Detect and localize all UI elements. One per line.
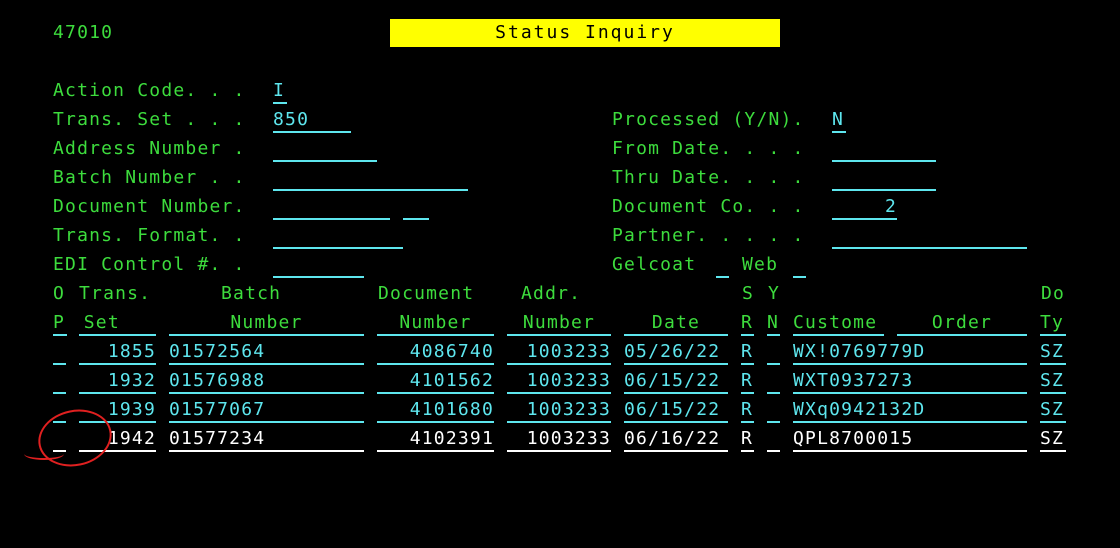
header-sr-bottom: R: [741, 312, 754, 336]
row-yn: [767, 341, 780, 365]
row-sr: R: [741, 370, 754, 394]
row-customer-order: QPL8700015: [793, 428, 1027, 452]
batch-number-input[interactable]: [273, 167, 468, 191]
row-document-number: 4102391: [377, 428, 494, 452]
row-doc-type: SZ: [1040, 428, 1066, 452]
header-addr-top: Addr.: [521, 283, 582, 304]
thru-date-input[interactable]: [832, 167, 936, 191]
edi-control-label: EDI Control #. .: [53, 254, 246, 275]
header-document-bottom: Number: [377, 312, 494, 336]
row-customer-order: WXT0937273: [793, 370, 1027, 394]
action-code-label: Action Code. . .: [53, 80, 246, 101]
document-number-input[interactable]: [273, 196, 390, 220]
header-date-bottom: Date: [624, 312, 728, 336]
header-customer-bottom: Custome: [793, 312, 884, 336]
trans-format-input[interactable]: [273, 225, 403, 249]
document-number-label: Document Number.: [53, 196, 246, 217]
row-sr: R: [741, 428, 754, 452]
row-trans-set: 1855: [79, 341, 156, 365]
row-batch-number: 01572564: [169, 341, 364, 365]
row-addr-number: 1003233: [507, 399, 611, 423]
header-op-bottom: P: [53, 312, 67, 336]
header-trans-bottom: Set: [79, 312, 156, 336]
row-date: 06/15/22: [624, 399, 728, 423]
trans-set-label: Trans. Set . . .: [53, 109, 246, 130]
row-addr-number: 1003233: [507, 370, 611, 394]
header-sr-top: S: [742, 283, 755, 304]
row-batch-number: 01576988: [169, 370, 364, 394]
row-date: 06/15/22: [624, 370, 728, 394]
row-trans-set: 1932: [79, 370, 156, 394]
header-doctype-top: Do: [1041, 283, 1066, 304]
batch-number-label: Batch Number . .: [53, 167, 246, 188]
row-customer-order: WXq0942132D: [793, 399, 1027, 423]
partner-label: Partner. . . . .: [612, 225, 805, 246]
page-title: Status Inquiry: [390, 19, 780, 47]
row-document-number: 4101680: [377, 399, 494, 423]
edi-control-input[interactable]: [273, 254, 364, 278]
row-option-input[interactable]: [53, 341, 66, 365]
header-op-top: O: [53, 283, 66, 304]
header-addr-bottom: Number: [507, 312, 611, 336]
header-trans-bottom-text: Set: [83, 312, 120, 333]
thru-date-label: Thru Date. . . .: [612, 167, 805, 188]
web-input[interactable]: [793, 254, 806, 278]
row-date: 05/26/22: [624, 341, 728, 365]
from-date-input[interactable]: [832, 138, 936, 162]
header-yn-bottom: N: [767, 312, 780, 336]
row-yn: [767, 428, 780, 452]
row-batch-number: 01577067: [169, 399, 364, 423]
row-addr-number: 1003233: [507, 428, 611, 452]
row-document-number: 4101562: [377, 370, 494, 394]
screen-id: 47010: [53, 22, 114, 43]
gelcoat-input[interactable]: [716, 254, 729, 278]
document-type-input[interactable]: [403, 196, 429, 220]
from-date-label: From Date. . . .: [612, 138, 805, 159]
partner-input[interactable]: [832, 225, 1027, 249]
row-document-number: 4086740: [377, 341, 494, 365]
row-customer-order: WX!0769779D: [793, 341, 1027, 365]
row-doc-type: SZ: [1040, 399, 1066, 423]
header-trans-top: Trans.: [79, 283, 152, 304]
processed-input[interactable]: N: [832, 109, 846, 133]
trans-format-label: Trans. Format. .: [53, 225, 246, 246]
web-label: Web: [742, 254, 779, 275]
annotation-circle-tail: [24, 448, 64, 460]
row-doc-type: SZ: [1040, 341, 1066, 365]
row-yn: [767, 370, 780, 394]
row-sr: R: [741, 341, 754, 365]
action-code-input[interactable]: I: [273, 80, 287, 104]
row-yn: [767, 399, 780, 423]
header-order-bottom: Order: [897, 312, 1027, 336]
address-number-label: Address Number .: [53, 138, 246, 159]
header-trans-pad: [120, 312, 156, 333]
row-doc-type: SZ: [1040, 370, 1066, 394]
document-co-label: Document Co. . .: [612, 196, 805, 217]
address-number-input[interactable]: [273, 138, 377, 162]
row-option-input[interactable]: [53, 370, 66, 394]
header-document-top: Document: [378, 283, 475, 304]
header-doctype-bottom: Ty: [1040, 312, 1066, 336]
row-sr: R: [741, 399, 754, 423]
processed-label: Processed (Y/N).: [612, 109, 805, 130]
gelcoat-label: Gelcoat: [612, 254, 697, 275]
document-co-input[interactable]: 2: [832, 196, 897, 220]
row-addr-number: 1003233: [507, 341, 611, 365]
row-batch-number: 01577234: [169, 428, 364, 452]
row-date: 06/16/22: [624, 428, 728, 452]
header-yn-top: Y: [768, 283, 781, 304]
header-batch-bottom: Number: [169, 312, 364, 336]
trans-set-input[interactable]: 850: [273, 109, 351, 133]
header-batch-top: Batch: [221, 283, 282, 304]
